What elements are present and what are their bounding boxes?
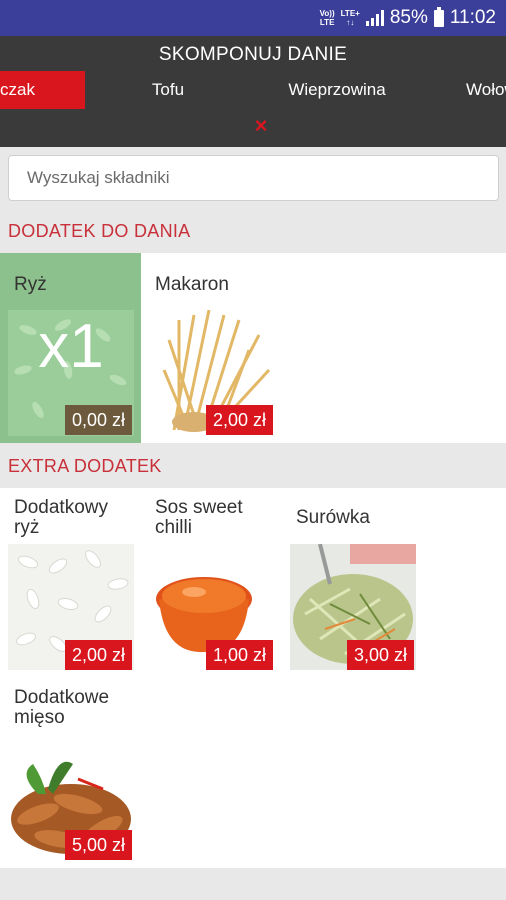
header: SKOMPONUJ DANIE czak Tofu Wieprzowina Wo…: [0, 36, 506, 147]
ingredient-name: Makaron: [155, 274, 229, 295]
status-bar: Vo)) LTE LTE+ ↑↓ 85% 11:02: [0, 0, 506, 36]
battery-icon: [433, 6, 444, 27]
ingredient-card-dodatkowe-mieso[interactable]: Dodatkowe mięso 5,00 zł: [0, 678, 141, 868]
page-title: SKOMPONUJ DANIE: [158, 44, 348, 65]
tab-wieprzowina[interactable]: Wieprzowina: [276, 71, 398, 109]
clock: 11:02: [449, 7, 496, 28]
ingredient-name: Dodatkowy ryż: [14, 497, 108, 538]
price-badge: 2,00 zł: [206, 405, 274, 435]
ingredient-card-makaron[interactable]: Makaron 2,00 zł: [141, 253, 282, 443]
signal-icon: [365, 10, 384, 26]
price-badge: 0,00 zł: [65, 405, 133, 435]
volte-indicator: Vo)) LTE: [319, 9, 335, 27]
extra-panel: Dodatkowy ryż 2,00 zł Sos sweet chilli 1…: [0, 488, 506, 868]
price-badge: 2,00 zł: [65, 640, 133, 670]
section-title-side: DODATEK DO DANIA: [8, 221, 191, 241]
ingredient-card-dodatkowy-ryz[interactable]: Dodatkowy ryż 2,00 zł: [0, 488, 141, 678]
close-icon[interactable]: ×: [250, 115, 272, 137]
price-badge: 1,00 zł: [206, 640, 274, 670]
ingredient-name: Dodatkowe mięso: [14, 687, 110, 728]
ingredient-card-ryz[interactable]: Ryż x1 0,00 zł: [0, 253, 141, 443]
quantity-label: x1: [38, 312, 104, 381]
lte-indicator: LTE+ ↑↓: [340, 9, 360, 27]
section-title-extra: EXTRA DODATEK: [8, 456, 162, 476]
tab-wolowina[interactable]: Wołowina: [466, 71, 506, 109]
ingredient-card-sos-sweet-chilli[interactable]: Sos sweet chilli 1,00 zł: [141, 488, 282, 678]
search-input[interactable]: [8, 155, 499, 201]
price-badge: 3,00 zł: [347, 640, 415, 670]
ingredient-name: Ryż: [14, 274, 47, 295]
ingredient-name: Surówka: [296, 507, 370, 528]
ingredient-name: Sos sweet chilli: [155, 497, 243, 538]
tab-tofu[interactable]: Tofu: [128, 71, 208, 109]
battery-percent: 85%: [389, 7, 428, 28]
tab-kurczak[interactable]: czak: [0, 71, 85, 109]
ingredient-card-surowka[interactable]: Surówka 3,00 zł: [282, 488, 423, 678]
search-bar: [0, 147, 506, 209]
side-dish-panel: Ryż x1 0,00 zł Makaron 2,00 zł: [0, 253, 506, 443]
price-badge: 5,00 zł: [65, 830, 133, 860]
